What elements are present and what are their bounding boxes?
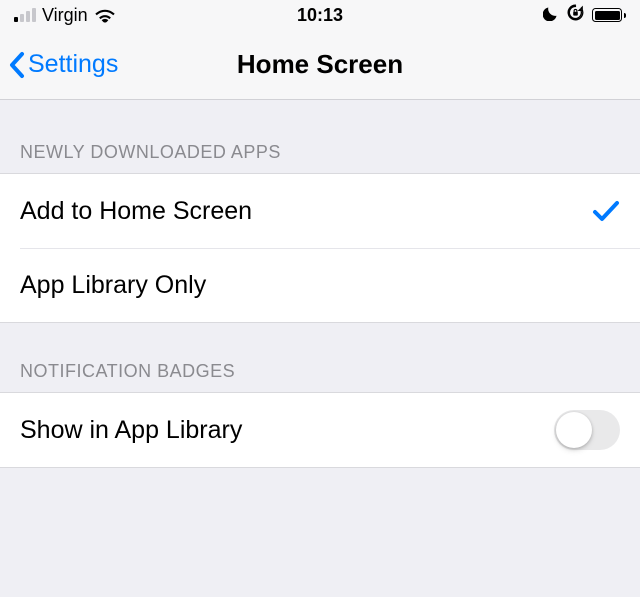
wifi-icon (94, 7, 116, 23)
status-left: Virgin (14, 5, 116, 26)
back-label: Settings (28, 50, 118, 79)
battery-icon (592, 8, 626, 22)
status-time: 10:13 (297, 5, 343, 26)
moon-icon (543, 5, 559, 26)
badges-group: Show in App Library (0, 392, 640, 468)
row-label: Show in App Library (20, 416, 554, 445)
nav-bar: Settings Home Screen (0, 30, 640, 100)
option-add-to-home-screen[interactable]: Add to Home Screen (0, 174, 640, 248)
option-label: Add to Home Screen (20, 197, 592, 226)
status-right (543, 4, 626, 26)
checkmark-icon (592, 199, 620, 223)
section-header-badges: NOTIFICATION BADGES (0, 323, 640, 392)
carrier-label: Virgin (42, 5, 88, 26)
chevron-left-icon (8, 51, 26, 79)
page-title: Home Screen (237, 49, 403, 80)
row-show-in-app-library[interactable]: Show in App Library (0, 393, 640, 467)
section-header-new-apps: NEWLY DOWNLOADED APPS (0, 100, 640, 173)
orientation-lock-icon (567, 4, 584, 26)
cellular-signal-icon (14, 8, 36, 22)
new-apps-group: Add to Home Screen App Library Only (0, 173, 640, 323)
back-button[interactable]: Settings (8, 50, 118, 79)
option-app-library-only[interactable]: App Library Only (20, 248, 640, 322)
toggle-knob (556, 412, 592, 448)
option-label: App Library Only (20, 271, 620, 300)
toggle-show-in-app-library[interactable] (554, 410, 620, 450)
status-bar: Virgin 10:13 (0, 0, 640, 30)
